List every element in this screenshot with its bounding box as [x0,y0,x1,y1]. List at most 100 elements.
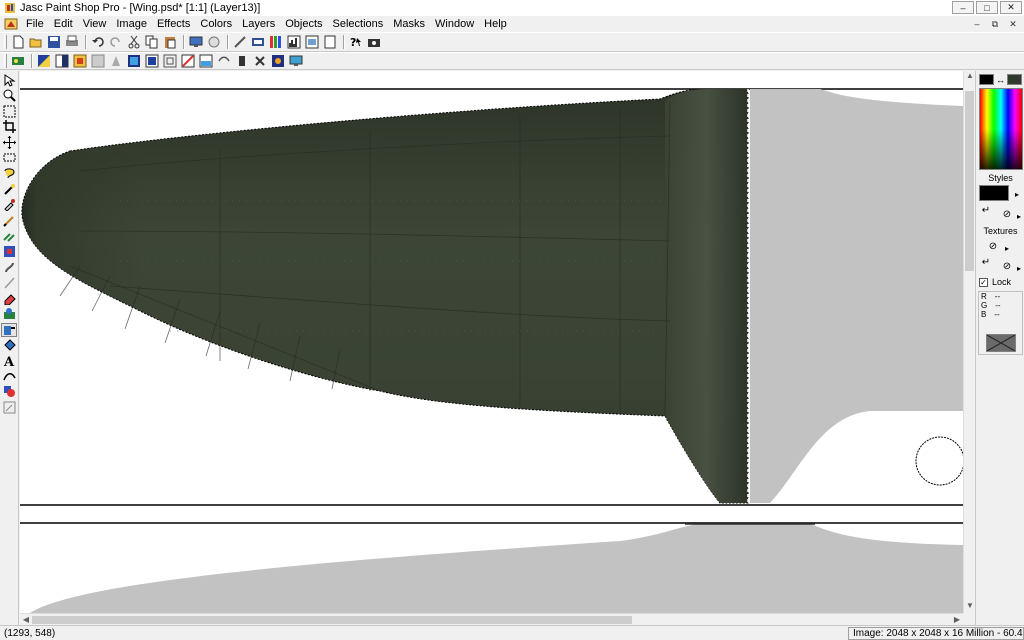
histogram-icon[interactable] [286,34,302,50]
lock-checkbox[interactable]: ✓ [979,277,988,287]
selection-tool-icon[interactable] [1,151,17,165]
vertical-scrollbar[interactable]: ▲ ▼ [963,71,975,613]
doc-restore-button[interactable]: ⧉ [988,18,1002,30]
layer-icon-2[interactable] [54,53,70,69]
layer-icon-1[interactable] [36,53,52,69]
layer-palette-icon[interactable] [304,34,320,50]
document-system-menu-icon[interactable] [4,17,18,31]
maximize-button[interactable]: □ [976,1,998,14]
save-icon[interactable] [46,34,62,50]
doc-minimize-button[interactable]: – [970,18,984,30]
cut-icon[interactable] [126,34,142,50]
background-swatch[interactable] [1007,74,1022,85]
horizontal-scrollbar[interactable]: ◀ ▶ [20,613,963,625]
flood-fill-icon[interactable] [1,338,17,352]
vertical-scroll-thumb[interactable] [965,91,974,271]
object-selector-icon[interactable] [1,400,17,414]
menu-file[interactable]: File [21,16,49,32]
doc-close-button[interactable]: ✕ [1006,18,1020,30]
menu-view[interactable]: View [78,16,112,32]
eraser-icon[interactable] [1,291,17,305]
color-spectrum-picker[interactable] [979,88,1023,170]
layer-icon-5[interactable] [108,53,124,69]
texture-dropdown-icon[interactable]: ▸ [1000,241,1014,255]
deform-tool-icon[interactable] [1,104,17,118]
foreground-swatch[interactable] [979,74,994,85]
scratch-remover-icon[interactable] [1,276,17,290]
new-file-icon[interactable] [10,34,26,50]
color-replacer-icon[interactable] [1,245,17,259]
rgb-row-g: G -- [979,301,1022,310]
color-palette-icon[interactable] [268,34,284,50]
layer-icon-13[interactable] [252,53,268,69]
menu-help[interactable]: Help [479,16,512,32]
undo-icon[interactable] [90,34,106,50]
airbrush-icon[interactable] [1,322,17,337]
text-tool-icon[interactable]: A [1,354,17,368]
layer-icon-14[interactable] [270,53,286,69]
menu-colors[interactable]: Colors [195,16,237,32]
horizontal-scroll-thumb[interactable] [32,616,632,624]
overview-icon[interactable] [250,34,266,50]
zoom-preview-icon[interactable] [206,34,222,50]
mover-tool-icon[interactable] [1,135,17,149]
lock-row: ✓ Lock [979,277,1011,287]
status-bar: (1293, 548) Image: 2048 x 2048 x 16 Mill… [0,625,1024,640]
arrow-tool-icon[interactable] [1,73,17,87]
minimize-button[interactable]: – [952,1,974,14]
crop-tool-icon[interactable] [1,120,17,134]
context-help-icon[interactable]: ? [348,34,364,50]
tool-options-icon[interactable] [232,34,248,50]
menu-selections[interactable]: Selections [328,16,389,32]
layer-icon-7[interactable] [144,53,160,69]
menu-effects[interactable]: Effects [152,16,195,32]
paste-icon[interactable] [162,34,178,50]
menu-image[interactable]: Image [111,16,152,32]
layer-icon-6[interactable] [126,53,142,69]
swap-styles-icon[interactable]: ↵ [979,203,993,217]
toolbar-grip[interactable] [4,54,7,68]
zoom-tool-icon[interactable] [1,89,17,103]
print-icon[interactable] [64,34,80,50]
image-canvas[interactable] [20,71,963,613]
layer-icon-4[interactable] [90,53,106,69]
layer-icon-9[interactable] [180,53,196,69]
menu-edit[interactable]: Edit [49,16,78,32]
texture-dropdown-icon-2[interactable]: ▸ [1012,261,1024,275]
layer-icon-8[interactable] [162,53,178,69]
learning-center-icon[interactable] [322,34,338,50]
menu-layers[interactable]: Layers [237,16,280,32]
layer-icon-15[interactable] [288,53,304,69]
dropper-icon[interactable] [1,198,17,212]
layer-icon-3[interactable] [72,53,88,69]
channel-value: -- [994,292,1001,301]
draw-tool-icon[interactable] [1,369,17,383]
picture-tube-icon[interactable] [1,307,17,321]
menu-window[interactable]: Window [430,16,479,32]
magic-wand-icon[interactable] [1,182,17,196]
foreground-style-box[interactable] [979,185,1009,201]
effect-browser-icon[interactable] [10,53,26,69]
close-button[interactable]: ✕ [1000,1,1022,14]
layer-icon-10[interactable] [198,53,214,69]
paint-brush-icon[interactable] [1,213,17,227]
style-dropdown-icon-2[interactable]: ▸ [1012,209,1024,223]
swap-colors-icon[interactable]: ↔ [995,75,1006,85]
script-icon[interactable] [366,34,382,50]
freehand-selection-icon[interactable] [1,167,17,181]
style-dropdown-icon[interactable]: ▸ [1010,187,1024,201]
foreground-texture-icon[interactable]: ⊘ [986,239,1000,253]
preset-shapes-icon[interactable] [1,385,17,399]
redo-icon[interactable] [108,34,124,50]
retouch-icon[interactable] [1,260,17,274]
copy-icon[interactable] [144,34,160,50]
monitor-icon[interactable] [188,34,204,50]
open-folder-icon[interactable] [28,34,44,50]
layer-icon-12[interactable] [234,53,250,69]
menu-masks[interactable]: Masks [388,16,430,32]
toolbar-grip[interactable] [4,35,7,49]
layer-icon-11[interactable] [216,53,232,69]
menu-objects[interactable]: Objects [280,16,327,32]
swap-textures-icon[interactable]: ↵ [979,255,993,269]
clone-brush-icon[interactable] [1,229,17,243]
